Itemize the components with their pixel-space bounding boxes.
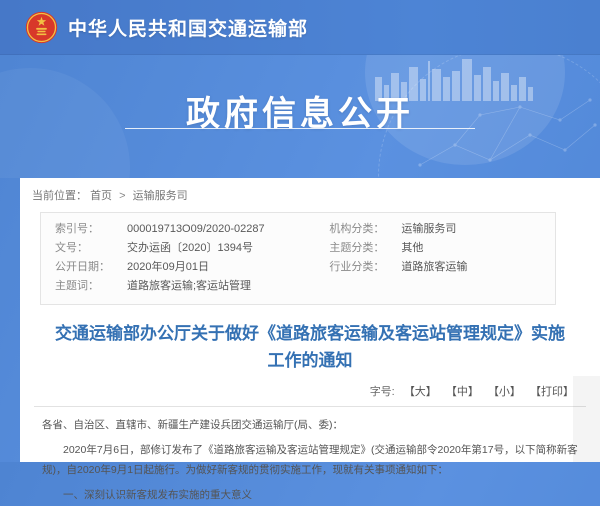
meta-value: 交办运函〔2020〕1394号 [127,241,253,255]
breadcrumb-separator: > [119,190,125,202]
print-button[interactable]: 【打印】 [530,386,574,398]
meta-label: 文号： [55,241,127,255]
meta-value: 道路旅客运输 [401,260,467,274]
meta-label: 索引号： [55,222,127,236]
meta-row-topic-category: 主题分类： 其他 [329,241,545,255]
meta-value: 2020年09月01日 [127,260,209,274]
meta-label: 机构分类： [329,222,401,236]
meta-row-doc-number: 文号： 交办运函〔2020〕1394号 [55,241,329,255]
article-title: 交通运输部办公厅关于做好《道路旅客运输及客运站管理规定》实施工作的通知 [48,320,572,374]
font-size-label: 字号: [370,386,395,398]
breadcrumb: 当前位置： 首页 > 运输服务司 [20,178,600,203]
meta-label: 公开日期： [55,260,127,274]
meta-label: 主题词： [55,279,127,293]
breadcrumb-current-link[interactable]: 运输服务司 [133,190,188,202]
meta-value: 运输服务司 [401,222,456,236]
breadcrumb-prefix: 当前位置： [32,190,87,202]
intro-paragraph: 2020年7月6日，部修订发布了《道路旅客运输及客运站管理规定》(交通运输部令2… [42,441,578,481]
section-heading-1: 一、深刻认识新客规发布实施的重大意义 [42,486,578,506]
site-title[interactable]: 中华人民共和国交通运输部 [68,14,308,41]
site-header: 中华人民共和国交通运输部 [0,0,600,55]
metadata-right-column: 机构分类： 运输服务司 主题分类： 其他 行业分类： 道路旅客运输 [329,222,545,298]
meta-row-keywords: 主题词： 道路旅客运输;客运站管理 [55,279,329,293]
salutation-line: 各省、自治区、直辖市、新疆生产建设兵团交通运输厅(局、委)： [42,416,578,436]
national-emblem-icon [25,11,58,44]
watermark-strip [573,376,600,462]
article-body: 各省、自治区、直辖市、新疆生产建设兵团交通运输厅(局、委)： 2020年7月6日… [20,407,600,506]
font-size-controls: 字号: 【大】 【中】 【小】 【打印】 [20,383,600,399]
meta-value: 000019713O09/2020-02287 [127,222,265,236]
font-size-large-button[interactable]: 【大】 [404,386,437,398]
meta-value: 道路旅客运输;客运站管理 [127,279,251,293]
meta-row-index-number: 索引号： 000019713O09/2020-02287 [55,222,329,236]
content-panel: 当前位置： 首页 > 运输服务司 索引号： 000019713O09/2020-… [20,178,600,462]
document-metadata-box: 索引号： 000019713O09/2020-02287 文号： 交办运函〔20… [40,212,556,305]
meta-label: 主题分类： [329,241,401,255]
font-size-medium-button[interactable]: 【中】 [446,386,479,398]
banner: 政府信息公开 [0,55,600,178]
meta-value: 其他 [401,241,423,255]
meta-label: 行业分类： [329,260,401,274]
breadcrumb-home-link[interactable]: 首页 [90,190,112,202]
meta-row-org-category: 机构分类： 运输服务司 [329,222,545,236]
title-underline [125,128,475,129]
metadata-left-column: 索引号： 000019713O09/2020-02287 文号： 交办运函〔20… [55,222,329,298]
meta-row-industry-category: 行业分类： 道路旅客运输 [329,260,545,274]
meta-row-publish-date: 公开日期： 2020年09月01日 [55,260,329,274]
font-size-small-button[interactable]: 【小】 [488,386,521,398]
